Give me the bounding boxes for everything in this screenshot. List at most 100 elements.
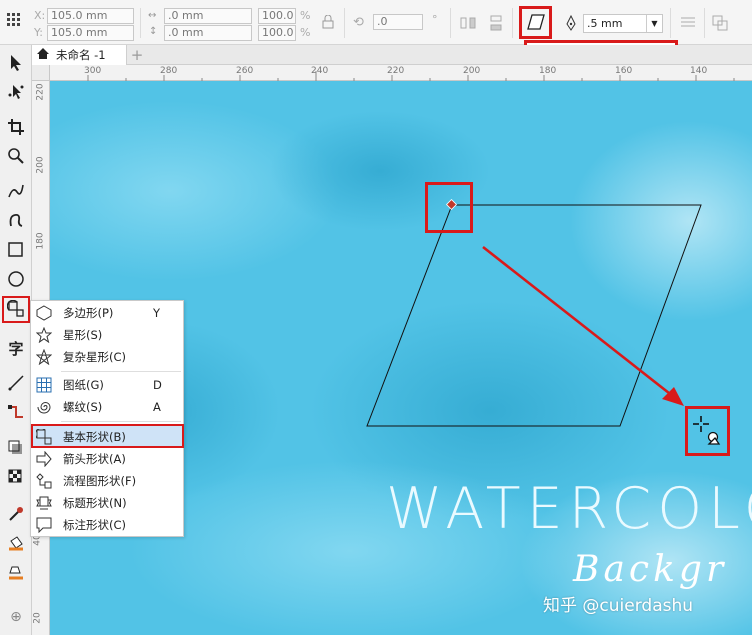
pick-tool-icon[interactable] (4, 51, 28, 75)
menu-item-complex-star[interactable]: 复杂星形(C) (31, 346, 183, 368)
degree-label: ° (432, 13, 438, 26)
callout-icon (36, 517, 52, 533)
divider (344, 8, 345, 38)
connector-tool-icon[interactable] (4, 400, 28, 424)
divider (512, 8, 513, 38)
document-tab-title: 未命名 -1 (56, 48, 106, 62)
horizontal-ruler[interactable]: 300 280 260 240 220 200 180 160 140 (50, 65, 752, 81)
menu-item-label: 箭头形状(A) (63, 452, 126, 466)
divider (140, 8, 141, 38)
text-tool-icon[interactable]: 字 (4, 336, 28, 360)
polygon-icon (36, 305, 52, 321)
x-position-field[interactable]: 105.0 mm (47, 8, 134, 24)
add-tool-icon[interactable]: ⊕ (4, 605, 28, 629)
scale-y-field[interactable]: 100.0 (258, 25, 296, 41)
ruler-origin[interactable] (32, 65, 50, 81)
document-tab-strip: 未命名 -1 + (32, 45, 752, 65)
divider (670, 8, 671, 38)
menu-item-label: 标题形状(N) (63, 496, 127, 510)
menu-item-label: 流程图形状(F) (63, 474, 137, 488)
menu-item-shortcut: D (153, 378, 162, 392)
menu-item-callout-shapes[interactable]: 标注形状(C) (31, 514, 183, 536)
menu-item-shortcut: Y (153, 306, 161, 320)
basic-shapes-tool-highlight (2, 296, 30, 323)
h-ruler-ticks (87, 71, 735, 81)
drag-direction-arrow (482, 245, 675, 399)
crop-tool-icon[interactable] (4, 115, 28, 139)
v-tick-label: 200 (35, 156, 46, 174)
document-tab[interactable]: 未命名 -1 (32, 45, 127, 65)
freehand-tool-icon[interactable] (4, 179, 28, 203)
outline-width-select[interactable]: .5 mm ▼ (583, 14, 663, 33)
menu-item-star[interactable]: 星形(S) (31, 324, 183, 346)
menu-item-label: 螺纹(S) (63, 400, 103, 414)
parallelogram-shape-button-icon[interactable] (527, 14, 545, 34)
graph-paper-icon (36, 377, 52, 393)
crosshair-cursor-icon (691, 414, 723, 451)
rectangle-tool-icon[interactable] (4, 238, 28, 262)
menu-item-label: 复杂星形(C) (63, 350, 127, 364)
artistic-media-tool-icon[interactable] (4, 208, 28, 232)
spiral-icon (36, 399, 52, 415)
lock-ratio-icon[interactable] (322, 14, 334, 33)
y-position-field[interactable]: 105.0 mm (47, 25, 134, 41)
v-tick-label: 220 (35, 83, 46, 101)
v-tick-label: 180 (35, 232, 46, 250)
menu-item-label: 多边形(P) (63, 306, 114, 320)
flowchart-icon (36, 473, 52, 489)
divider (450, 8, 451, 38)
menu-separator (61, 421, 181, 422)
shape-tool-icon[interactable] (4, 80, 28, 104)
menu-item-banner-shapes[interactable]: 标题形状(N) (31, 492, 183, 514)
arrow-shapes-icon (36, 451, 52, 467)
complex-star-icon (36, 349, 52, 365)
v-tick-label: 20 (32, 612, 43, 624)
banner-icon (36, 495, 52, 511)
toolbox: 字 ⊕ (0, 45, 32, 635)
property-bar: X: 105.0 mm Y: 105.0 mm ↔ .0 mm ↕ .0 mm … (0, 0, 752, 45)
home-icon[interactable] (36, 47, 50, 63)
height-field[interactable]: .0 mm (164, 25, 252, 41)
menu-item-graph-paper[interactable]: 图纸(G) D (31, 374, 183, 396)
outline-width-value: .5 mm (587, 17, 623, 30)
interactive-fill-tool-icon[interactable] (4, 532, 28, 556)
drop-shadow-tool-icon[interactable] (4, 436, 28, 460)
menu-item-shortcut: A (153, 400, 161, 414)
dropdown-arrow-icon[interactable]: ▼ (646, 15, 662, 32)
menu-item-spiral[interactable]: 螺纹(S) A (31, 396, 183, 418)
menu-item-polygon[interactable]: 多边形(P) Y (31, 302, 183, 324)
smart-fill-tool-icon[interactable] (4, 561, 28, 585)
zoom-tool-icon[interactable] (4, 144, 28, 168)
width-icon: ↔ (148, 10, 157, 21)
dimension-tool-icon[interactable] (4, 371, 28, 395)
mirror-vertical-icon[interactable] (488, 15, 504, 35)
object-origin-icon[interactable] (6, 12, 22, 32)
convert-to-curves-icon[interactable] (712, 15, 728, 35)
menu-item-arrow-shapes[interactable]: 箭头形状(A) (31, 448, 183, 470)
basic-shapes-menu-highlight (31, 424, 184, 448)
start-point-highlight (425, 182, 473, 233)
menu-item-label: 图纸(G) (63, 378, 104, 392)
divider (704, 8, 705, 38)
scale-x-field[interactable]: 100.0 (258, 8, 296, 24)
star-icon (36, 327, 52, 343)
percent-label: % (300, 9, 311, 22)
menu-item-flowchart[interactable]: 流程图形状(F) (31, 470, 183, 492)
mirror-horizontal-icon[interactable] (460, 15, 476, 35)
parallelogram-shape[interactable] (366, 204, 702, 427)
x-label: X: (34, 9, 46, 22)
height-icon: ↕ (149, 26, 158, 37)
shapes-flyout-menu: 多边形(P) Y 星形(S) 复杂星形(C) 图纸(G) D 螺纹(S) A 基… (30, 300, 184, 537)
pen-outline-icon (565, 14, 577, 35)
percent-label-2: % (300, 26, 311, 39)
y-label: Y: (34, 26, 43, 39)
ellipse-tool-icon[interactable] (4, 267, 28, 291)
width-field[interactable]: .0 mm (164, 8, 252, 24)
rotate-icon: ⟲ (353, 15, 364, 30)
text-wrap-icon[interactable] (680, 15, 696, 35)
rotation-field[interactable]: .0 (373, 14, 423, 30)
eyedropper-tool-icon[interactable] (4, 502, 28, 526)
add-document-button[interactable]: + (128, 46, 146, 64)
transparency-tool-icon[interactable] (4, 465, 28, 489)
menu-separator (61, 371, 181, 372)
